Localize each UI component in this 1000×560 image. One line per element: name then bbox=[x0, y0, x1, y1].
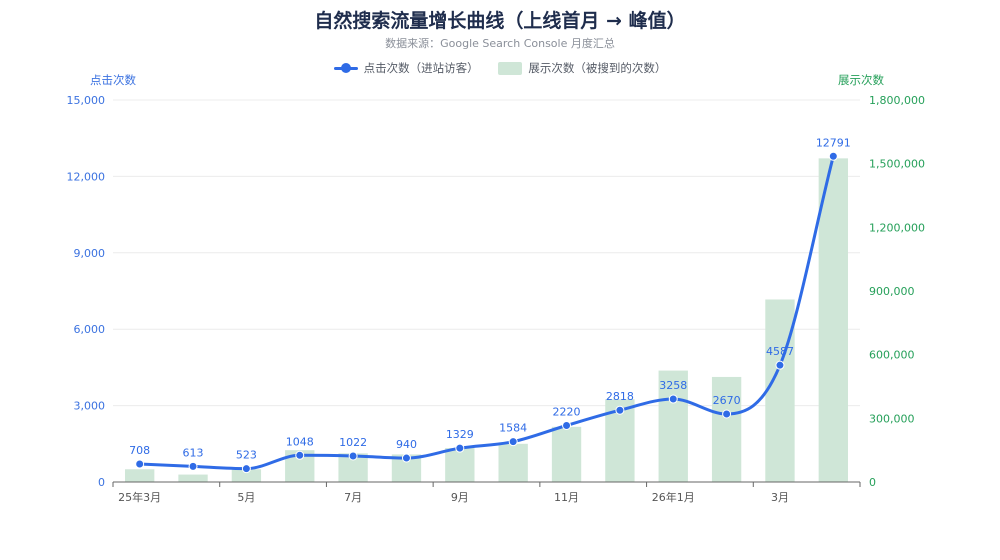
x-tick-label: 25年3月 bbox=[118, 490, 161, 504]
y-left-tick-label: 15,000 bbox=[67, 94, 106, 107]
y-left-tick-label: 6,000 bbox=[74, 323, 106, 336]
clicks-point bbox=[828, 151, 838, 161]
impressions-bar bbox=[551, 426, 582, 482]
impressions-bar bbox=[178, 474, 208, 482]
x-tick-label: 26年1月 bbox=[652, 490, 695, 504]
clicks-point bbox=[348, 451, 358, 461]
y-right-tick-label: 600,000 bbox=[869, 349, 915, 362]
clicks-point bbox=[615, 405, 625, 415]
y-left-tick-label: 9,000 bbox=[74, 247, 106, 260]
impressions-bar bbox=[818, 158, 848, 482]
clicks-point bbox=[562, 420, 572, 430]
x-tick-label: 11月 bbox=[554, 491, 579, 504]
clicks-point bbox=[508, 437, 518, 447]
y-left-tick-label: 3,000 bbox=[74, 400, 106, 413]
y-left-tick-label: 12,000 bbox=[67, 170, 106, 183]
clicks-data-label: 4587 bbox=[766, 345, 794, 358]
clicks-point bbox=[775, 360, 785, 370]
clicks-data-label: 1048 bbox=[286, 435, 314, 448]
clicks-data-label: 940 bbox=[396, 438, 417, 451]
x-tick-label: 9月 bbox=[451, 491, 469, 504]
y-right-tick-label: 1,500,000 bbox=[869, 158, 925, 171]
impressions-bar bbox=[711, 376, 742, 482]
clicks-point bbox=[668, 394, 678, 404]
impressions-bar bbox=[498, 443, 528, 482]
clicks-point bbox=[455, 443, 465, 453]
clicks-point bbox=[722, 409, 732, 419]
x-tick-label: 7月 bbox=[344, 491, 362, 504]
clicks-data-label: 3258 bbox=[659, 379, 687, 392]
impressions-bar bbox=[125, 469, 155, 482]
x-tick-label: 5月 bbox=[237, 491, 255, 504]
y-right-tick-label: 1,800,000 bbox=[869, 94, 925, 107]
impressions-bar bbox=[445, 448, 475, 482]
clicks-data-label: 1329 bbox=[446, 428, 474, 441]
clicks-data-label: 2818 bbox=[606, 390, 634, 403]
y-right-tick-label: 900,000 bbox=[869, 285, 915, 298]
clicks-data-label: 708 bbox=[129, 444, 150, 457]
clicks-data-label: 523 bbox=[236, 449, 257, 462]
impressions-bar bbox=[765, 299, 795, 482]
chart-plot: 0 3,000 6,000 9,000 12,000 15,000 0 300,000 600,… bbox=[67, 94, 925, 504]
clicks-point bbox=[401, 453, 411, 463]
y-right-tick-label: 1,200,000 bbox=[869, 221, 925, 234]
clicks-data-label: 1022 bbox=[339, 436, 367, 449]
clicks-data-label: 1584 bbox=[499, 422, 527, 435]
y-right-tick-label: 0 bbox=[869, 476, 876, 489]
clicks-point bbox=[188, 461, 198, 471]
clicks-data-label: 613 bbox=[183, 446, 204, 459]
clicks-data-label: 12791 bbox=[816, 136, 851, 149]
y-right-tick-label: 300,000 bbox=[869, 412, 915, 425]
clicks-point bbox=[241, 464, 251, 474]
clicks-point bbox=[135, 459, 145, 469]
y-left-tick-label: 0 bbox=[98, 476, 105, 489]
clicks-data-label: 2220 bbox=[553, 405, 581, 418]
clicks-point bbox=[295, 450, 305, 460]
x-tick-label: 3月 bbox=[771, 491, 789, 504]
clicks-data-label: 2670 bbox=[713, 394, 741, 407]
